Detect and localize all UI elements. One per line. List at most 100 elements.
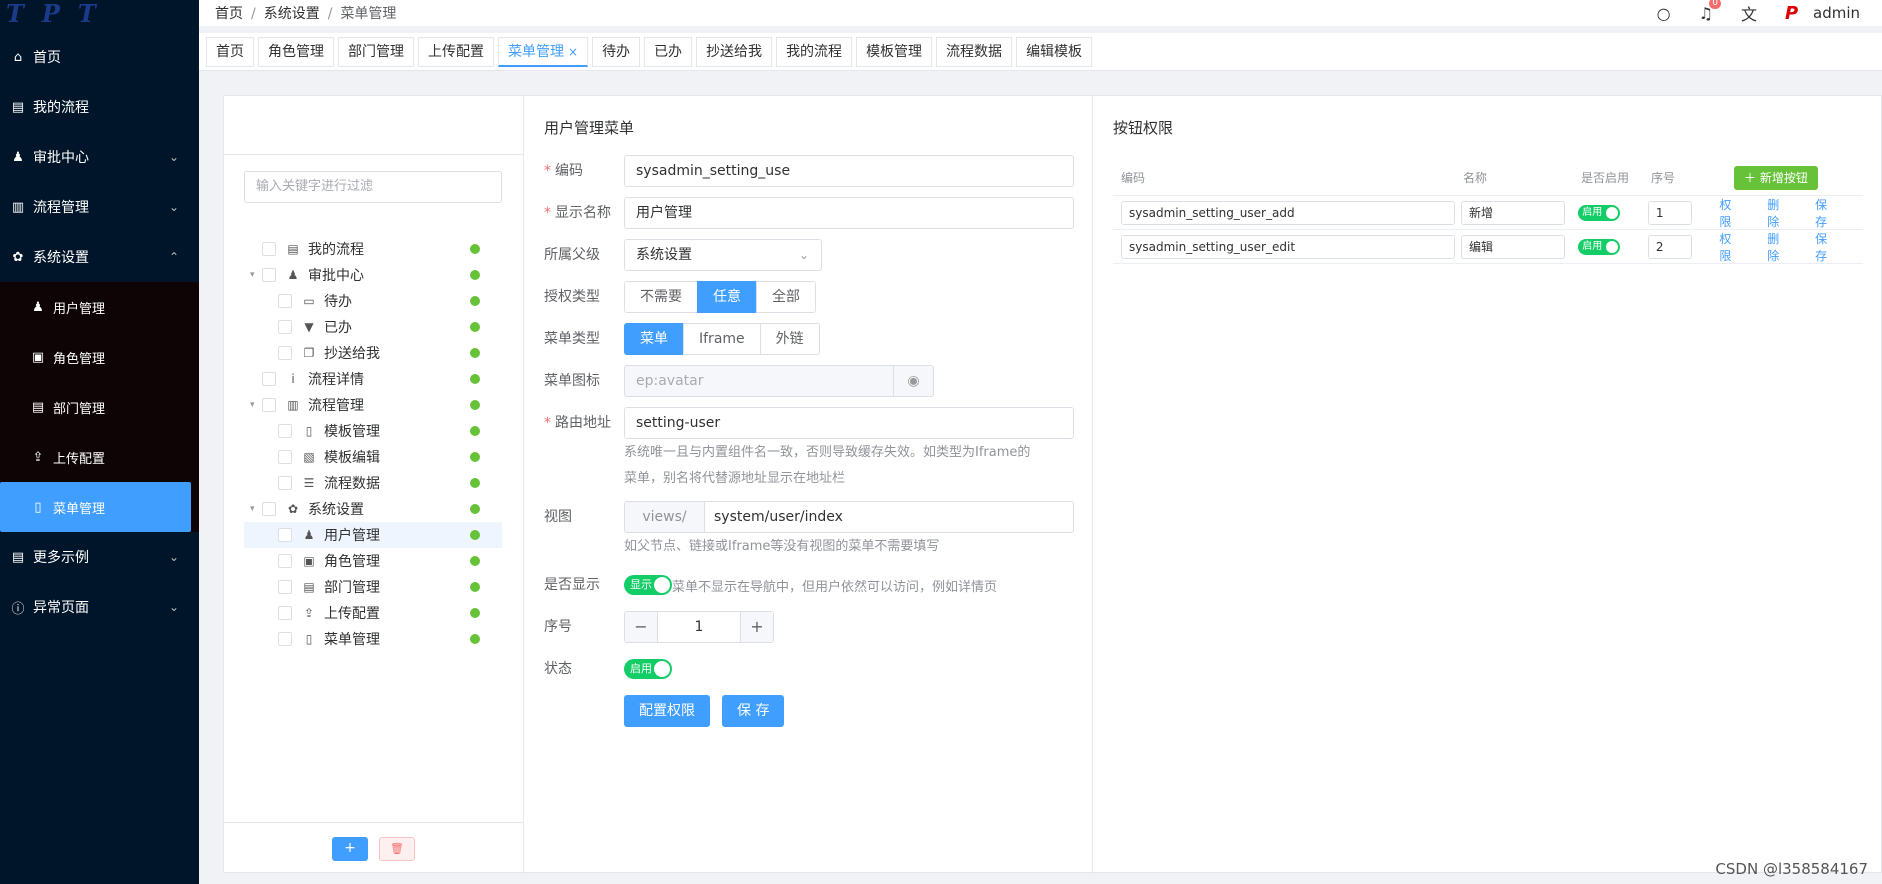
tree-checkbox[interactable] — [278, 320, 292, 334]
permission-code-input[interactable]: sysadmin_setting_user_add — [1121, 200, 1455, 225]
sidebar-item-roles[interactable]: ▣ 角色管理 — [0, 332, 199, 382]
tree-node[interactable]: ▤ 我的流程 — [244, 236, 502, 262]
delete-link[interactable]: 删除 — [1767, 230, 1791, 264]
sidebar-item-error-pages[interactable]: ⓘ 异常页面 ⌄ — [0, 582, 199, 632]
user-menu[interactable]: Padmin — [1785, 3, 1860, 24]
permission-link[interactable]: 权限 — [1719, 196, 1743, 230]
breadcrumb-item[interactable]: 首页 — [215, 6, 243, 22]
tree-checkbox[interactable] — [278, 580, 292, 594]
tree-checkbox[interactable] — [278, 476, 292, 490]
tree-node[interactable]: ▯ 模板管理 — [244, 418, 502, 444]
code-field[interactable]: sysadmin_setting_use — [624, 155, 1074, 187]
tab-home[interactable]: 首页 — [206, 36, 254, 67]
tree-node[interactable]: ▣ 角色管理 — [244, 548, 502, 574]
tree-node[interactable]: ▼ 已办 — [244, 314, 502, 340]
tree-node[interactable]: ▧ 模板编辑 — [244, 444, 502, 470]
sidebar-item-examples[interactable]: ▤ 更多示例 ⌄ — [0, 532, 199, 582]
add-menu-button[interactable]: + — [332, 837, 368, 861]
sidebar-item-process-mgmt[interactable]: ▥ 流程管理 ⌄ — [0, 182, 199, 232]
tree-node[interactable]: ♟ 用户管理 — [244, 522, 502, 548]
sidebar-item-approval[interactable]: ♟ 审批中心 ⌄ — [0, 132, 199, 182]
search-icon[interactable]: ○ — [1657, 4, 1671, 23]
tab-departments[interactable]: 部门管理 — [338, 36, 414, 67]
tab-process-data[interactable]: 流程数据 — [936, 36, 1013, 67]
tree-checkbox[interactable] — [262, 242, 276, 256]
tree-checkbox[interactable] — [262, 268, 276, 282]
sidebar-item-my-process[interactable]: ▤ 我的流程 — [0, 82, 199, 132]
display-name-field[interactable]: 用户管理 — [624, 197, 1074, 229]
auth-option-any[interactable]: 任意 — [697, 281, 757, 313]
tree-node[interactable]: ▾ ♟ 审批中心 — [244, 262, 502, 288]
caret-down-icon[interactable]: ▾ — [250, 400, 262, 410]
tree-node[interactable]: ▾ ✿ 系统设置 — [244, 496, 502, 522]
sidebar-item-home[interactable]: ⌂ 首页 — [0, 32, 199, 82]
show-toggle[interactable]: 显示 — [624, 575, 672, 595]
sidebar-item-users[interactable]: ♟ 用户管理 — [0, 282, 199, 332]
type-option-menu[interactable]: 菜单 — [624, 323, 684, 355]
delete-link[interactable]: 删除 — [1767, 196, 1791, 230]
tab-roles[interactable]: 角色管理 — [258, 36, 334, 67]
tree-checkbox[interactable] — [278, 424, 292, 438]
tree-checkbox[interactable] — [262, 398, 276, 412]
tab-done[interactable]: 已办 — [644, 36, 693, 67]
icon-field[interactable]: ep:avatar ◉ — [624, 365, 934, 397]
permission-enabled-toggle[interactable]: 启用 — [1578, 204, 1621, 221]
tree-checkbox[interactable] — [262, 372, 276, 386]
caret-down-icon[interactable]: ▾ — [250, 504, 262, 514]
tree-node[interactable]: ❐ 抄送给我 — [244, 340, 502, 366]
auth-option-all[interactable]: 全部 — [756, 281, 816, 313]
permission-link[interactable]: 权限 — [1719, 230, 1743, 264]
increment-button[interactable]: + — [741, 612, 773, 642]
tab-edit-template[interactable]: 编辑模板 — [1016, 36, 1093, 67]
save-link[interactable]: 保存 — [1815, 230, 1839, 264]
translate-icon[interactable]: 文 — [1741, 1, 1757, 25]
type-option-link[interactable]: 外链 — [759, 323, 820, 355]
sidebar-item-system-settings[interactable]: ✿ 系统设置 ⌃ — [0, 232, 199, 282]
tab-cc[interactable]: 抄送给我 — [696, 36, 773, 67]
auth-option-none[interactable]: 不需要 — [624, 281, 698, 313]
view-field[interactable]: views/system/user/index — [624, 501, 1074, 533]
bell-icon[interactable]: ♫ 0 — [1699, 0, 1721, 23]
caret-down-icon[interactable]: ▾ — [250, 270, 262, 280]
tree-checkbox[interactable] — [262, 502, 276, 516]
sidebar-item-upload[interactable]: ⇪ 上传配置 — [0, 432, 199, 482]
breadcrumb-item[interactable]: 系统设置 — [264, 6, 320, 22]
type-option-iframe[interactable]: Iframe — [683, 323, 761, 355]
tree-node[interactable]: ▯ 菜单管理 — [244, 626, 502, 652]
parent-select[interactable]: 系统设置 ⌄ — [624, 239, 822, 271]
tab-my-process[interactable]: 我的流程 — [776, 36, 853, 67]
close-icon[interactable]: × — [568, 45, 578, 59]
tree-node[interactable]: ▾ ▥ 流程管理 — [244, 392, 502, 418]
tree-node[interactable]: ▭ 待办 — [244, 288, 502, 314]
tree-checkbox[interactable] — [278, 528, 292, 542]
delete-menu-button[interactable]: 🗑 — [379, 837, 415, 861]
sidebar-item-menus[interactable]: ▯ 菜单管理 — [0, 482, 191, 532]
permission-name-input[interactable]: 新增 — [1460, 200, 1565, 225]
tree-checkbox[interactable] — [278, 554, 292, 568]
config-permissions-button[interactable]: 配置权限 — [624, 695, 710, 727]
tab-menus[interactable]: 菜单管理 × — [498, 36, 589, 67]
tree-filter-input[interactable]: 输入关键字进行过滤 — [244, 171, 502, 203]
tree-node[interactable]: i 流程详情 — [244, 366, 502, 392]
tree-checkbox[interactable] — [278, 606, 292, 620]
tab-upload[interactable]: 上传配置 — [418, 36, 494, 67]
tree-checkbox[interactable] — [278, 450, 292, 464]
order-input[interactable]: 1 — [657, 612, 741, 642]
permission-order-input[interactable]: 1 — [1647, 200, 1692, 225]
tree-checkbox[interactable] — [278, 346, 292, 360]
tree-node[interactable]: ☰ 流程数据 — [244, 470, 502, 496]
tree-checkbox[interactable] — [278, 632, 292, 646]
tree-node[interactable]: ⇪ 上传配置 — [244, 600, 502, 626]
permission-enabled-toggle[interactable]: 启用 — [1578, 238, 1621, 255]
add-button-permission[interactable]: ＋ 新增按钮 — [1734, 165, 1818, 190]
permission-order-input[interactable]: 2 — [1647, 234, 1692, 259]
tree-node[interactable]: ▤ 部门管理 — [244, 574, 502, 600]
save-button[interactable]: 保 存 — [722, 695, 785, 727]
permission-code-input[interactable]: sysadmin_setting_user_edit — [1121, 234, 1455, 259]
permission-name-input[interactable]: 编辑 — [1460, 234, 1565, 259]
tab-todo[interactable]: 待办 — [592, 36, 641, 67]
status-toggle[interactable]: 启用 — [624, 659, 672, 679]
tree-checkbox[interactable] — [278, 294, 292, 308]
decrement-button[interactable]: − — [625, 612, 657, 642]
sidebar-item-departments[interactable]: ▤ 部门管理 — [0, 382, 199, 432]
